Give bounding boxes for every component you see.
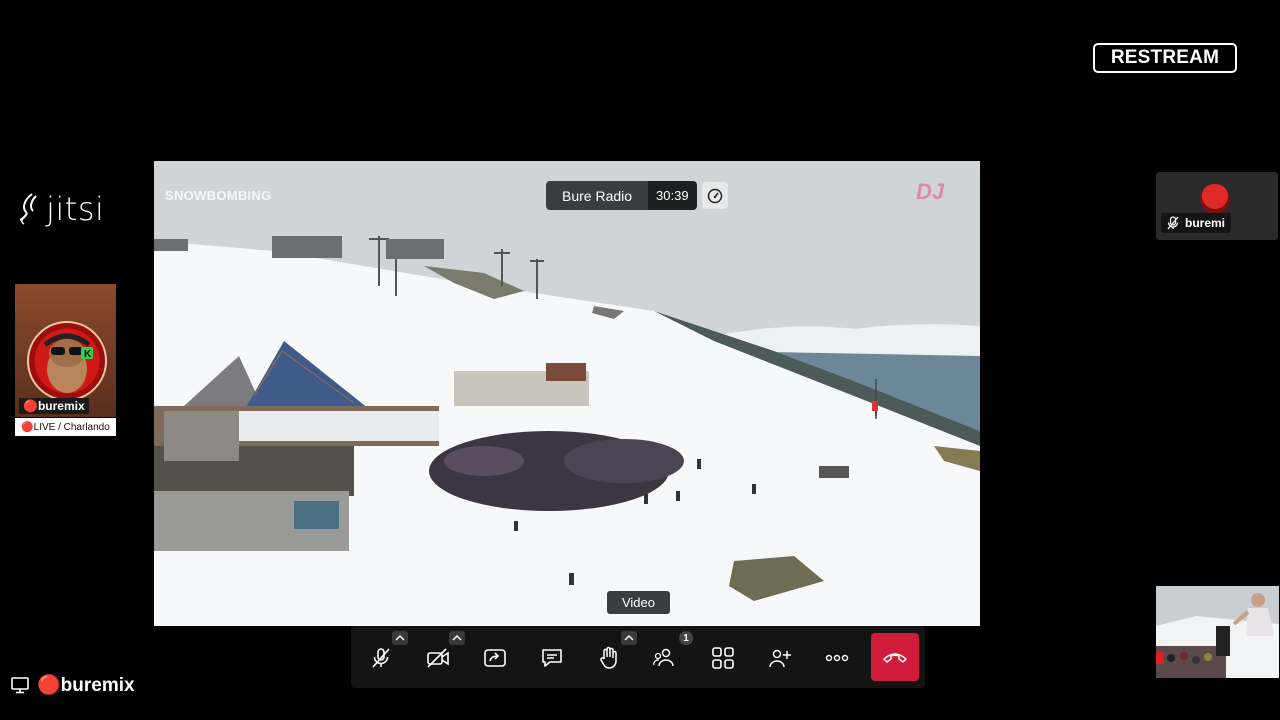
add-user-icon: [769, 649, 791, 668]
jitsi-wordmark: jitsi: [46, 190, 105, 228]
chat-button[interactable]: [536, 642, 568, 674]
share-screen-button[interactable]: [479, 642, 511, 674]
local-participant-label: 🔴buremix: [11, 673, 135, 697]
microphone-button[interactable]: [365, 642, 397, 674]
hangup-button[interactable]: [871, 633, 919, 681]
video-quality-label[interactable]: Video: [607, 591, 670, 614]
chevron-up-icon: [452, 635, 462, 641]
invite-button[interactable]: [764, 642, 796, 674]
chat-icon: [542, 649, 562, 667]
video-watermark-left: SNOWBOMBING: [165, 188, 272, 203]
restream-logo: RESTREAM: [1093, 43, 1237, 73]
connection-quality-button[interactable]: [701, 182, 728, 209]
tile-view-icon: [712, 647, 734, 669]
participant-name: 🔴buremix: [19, 398, 89, 414]
local-participant-name: 🔴buremix: [37, 675, 135, 696]
participant-tile-left[interactable]: K 🔴buremix 🔴LIVE / Charlando: [15, 284, 116, 436]
tile-view-button[interactable]: [707, 642, 739, 674]
toolbar: 1: [351, 626, 925, 688]
video-frame: [154, 161, 980, 626]
avatar: K: [27, 321, 107, 401]
avatar: [1200, 184, 1230, 214]
screen-icon: [11, 677, 29, 694]
share-screen-icon: [484, 649, 506, 667]
conference-info: Bure Radio 30:39: [546, 181, 728, 210]
camera-button[interactable]: [422, 642, 454, 674]
jitsi-mark-icon: [19, 193, 37, 225]
participants-icon: [653, 648, 674, 667]
participant-name-badge: buremi: [1161, 213, 1232, 233]
camera-off-icon: [427, 648, 449, 668]
video-watermark-right: DJ: [916, 179, 945, 204]
more-dots-icon: [825, 654, 849, 662]
conference-name: Bure Radio: [546, 181, 649, 210]
hangup-icon: [883, 653, 907, 663]
raise-hand-button[interactable]: [593, 642, 625, 674]
local-video-thumbnail[interactable]: [1156, 586, 1279, 678]
participant-tile-right[interactable]: buremi: [1156, 172, 1278, 240]
chevron-up-icon: [395, 635, 405, 641]
mic-muted-icon: [1167, 216, 1179, 230]
svg-text:K: K: [84, 349, 92, 360]
more-actions-button[interactable]: [821, 642, 853, 674]
conference-timer: 30:39: [648, 181, 697, 210]
participants-button[interactable]: [650, 642, 682, 674]
participant-name: buremi: [1185, 216, 1226, 230]
speedometer-icon: [707, 188, 722, 203]
jitsi-logo[interactable]: jitsi: [18, 190, 104, 228]
raise-hand-icon: [600, 646, 617, 669]
main-video[interactable]: SNOWBOMBING DJ: [154, 161, 980, 626]
chevron-up-icon: [624, 635, 634, 641]
participant-status: 🔴LIVE / Charlando: [15, 418, 116, 436]
mic-muted-icon: [372, 648, 390, 668]
